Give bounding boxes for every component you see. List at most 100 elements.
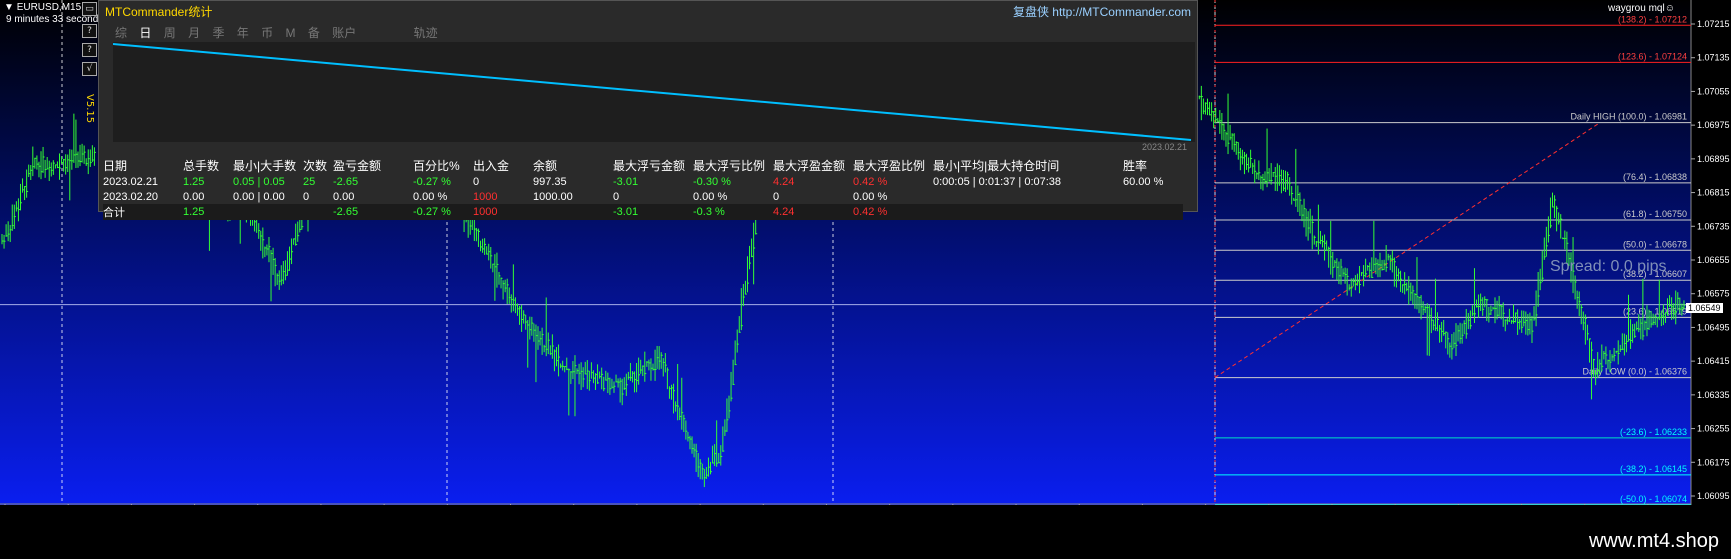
price-tick-label: 1.06255 [1697,424,1730,434]
stats-cell: 997.35 [533,175,567,188]
table-row: 2023.02.20 0.00 0.00 | 0.00 0 0.00 0.00 % 1000… [103,189,1183,204]
stats-cell [303,204,333,220]
panel-tabs: 综 日 周 月 季 年 币 M 备 账户 轨迹 [115,24,447,41]
price-tick-label: 1.06735 [1697,221,1730,231]
stats-header-cell: 最大浮盈金额 [773,159,846,173]
panel-title: MTCommander统计 [105,5,213,19]
stats-table: 日期 总手数 最小|大手数 次数 盈亏金额 百分比% 出入金 余额 最大浮亏金额 最大浮亏比例 最大… [103,157,1183,220]
stats-cell: -0.30 % [693,175,731,188]
stats-header-row: 日期 总手数 最小|大手数 次数 盈亏金额 百分比% 出入金 余额 最大浮亏金额 最大浮亏比例 最大… [103,157,1183,174]
price-tick-label: 1.06575 [1697,289,1730,299]
stats-cell [533,204,613,220]
equity-mini-chart [113,42,1195,142]
tab-magic[interactable]: M [286,26,296,40]
stats-cell: -3.01 [613,204,693,220]
panel-link[interactable]: 复盘侠 http://MTCommander.com [1013,3,1191,20]
fib-level-label: (-50.0) - 1.06074 [1620,494,1687,504]
stats-cell [933,189,1123,204]
stats-header-cell: 最小|大手数 [233,159,297,173]
stats-cell: 4.24 [773,204,853,220]
stats-cell: -3.01 [613,175,639,188]
stats-cell: 0 [773,190,780,203]
stats-header-cell: 出入金 [473,159,510,173]
stats-header-cell: 最大浮亏比例 [693,159,766,173]
stats-cell [1123,204,1183,220]
tab-quarter[interactable]: 季 [212,26,224,40]
stats-header-cell: 百分比% [413,159,460,173]
help-button[interactable]: ? [82,24,97,38]
stats-cell: -0.3 % [693,204,773,220]
price-tick-label: 1.07215 [1697,19,1730,29]
price-axis: 1.07215 1.07135 1.07055 1.06975 1.06895 1.068… [1691,19,1730,501]
stats-cell: 0 [473,175,480,188]
fib-level-label: (123.6) - 1.07124 [1618,51,1687,61]
settings-button[interactable]: ? [82,43,97,57]
stats-cell: 2023.02.20 [103,190,159,203]
stats-cell: 0.42 % [853,175,888,188]
tab-summary[interactable]: 综 [115,26,127,40]
stats-cell: 4.24 [773,175,795,188]
stats-cell: 0 [303,190,310,203]
tab-account[interactable]: 账户 [332,26,356,40]
stats-cell: 0.00 % [413,190,448,203]
price-tick-label: 1.07055 [1697,86,1730,96]
price-tick-label: 1.06815 [1697,188,1730,198]
price-tick-label: 1.06095 [1697,491,1730,501]
price-tick-label: 1.06655 [1697,255,1730,265]
price-tick-label: 1.06975 [1697,120,1730,130]
stats-cell: 1000 [473,204,533,220]
stats-cell: 0.00 % [853,190,888,203]
stats-cell: 0 [613,190,620,203]
tab-currency[interactable]: 币 [261,26,273,40]
price-tick-label: 1.06175 [1697,457,1730,467]
stats-header-cell: 胜率 [1123,159,1148,173]
symbol-label: ▼ EURUSD,M15 [4,2,82,13]
stats-cell: 1000.00 [533,190,573,203]
tab-week[interactable]: 周 [164,26,176,40]
stats-cell: -2.65 [333,175,359,188]
tab-day[interactable]: 日 [139,26,151,40]
stats-cell: 合计 [103,204,183,220]
tab-track[interactable]: 轨迹 [414,26,438,40]
fib-level-label: (-38.2) - 1.06145 [1620,464,1687,474]
stats-cell [933,204,1123,220]
stats-header-cell: 最大浮盈比例 [853,159,926,173]
stats-cell: 25 [303,175,316,188]
stats-cell: 1000 [473,190,498,203]
stats-cell: 60.00 % [1123,175,1164,188]
stats-cell: 0.00 [183,190,205,203]
tab-month[interactable]: 月 [188,26,200,40]
symbol-text: EURUSD,M15 [16,2,82,13]
price-tick-label: 1.07135 [1697,53,1730,63]
tab-notes[interactable]: 备 [308,26,320,40]
stats-cell: 2023.02.21 [103,175,159,188]
stats-header-cell: 盈亏金额 [333,159,382,173]
tab-year[interactable]: 年 [237,26,249,40]
stats-cell: 0.00 [333,190,355,203]
stats-cell: 0.00 | 0.00 [233,190,285,203]
fib-level-label: (50.0) - 1.06678 [1623,239,1687,249]
check-button[interactable]: √ [82,62,97,76]
stats-cell: 0.05 | 0.05 [233,175,285,188]
stats-cell: 0.42 % [853,204,933,220]
fib-level-label: (138.2) - 1.07212 [1618,14,1687,24]
stats-total-row: 合计 1.25 -2.65 -0.27 % 1000 -3.01 -0.3 % 4.24 0.4… [103,204,1183,220]
stats-cell: 0:00:05 | 0:01:37 | 0:07:38 [933,175,1062,188]
equity-curve [113,43,1192,141]
stats-header-cell: 最大浮亏金额 [613,159,686,173]
mini-chart-date: 2023.02.21 [1141,142,1187,152]
stats-header-cell: 余额 [533,159,558,173]
stats-cell: 1.25 [183,204,233,220]
watermark: www.mt4.shop [1588,530,1719,552]
price-tick-label: 1.06335 [1697,390,1730,400]
stats-cell [233,204,303,220]
stats-header-cell: 次数 [303,159,328,173]
table-row: 2023.02.21 1.25 0.05 | 0.05 25 -2.65 -0.27 % 0… [103,174,1183,189]
stats-cell: -2.65 [333,204,413,220]
collapse-button[interactable]: ▭ [82,2,97,16]
stats-panel: MTCommander统计 复盘侠 http://MTCommander.com… [98,0,1198,220]
stats-cell: -0.27 % [413,175,451,188]
fib-level-label: (61.8) - 1.06750 [1623,209,1687,219]
stats-cell: -0.27 % [413,204,473,220]
stats-header-cell: 最小|平均|最大持仓时间 [933,159,1060,173]
